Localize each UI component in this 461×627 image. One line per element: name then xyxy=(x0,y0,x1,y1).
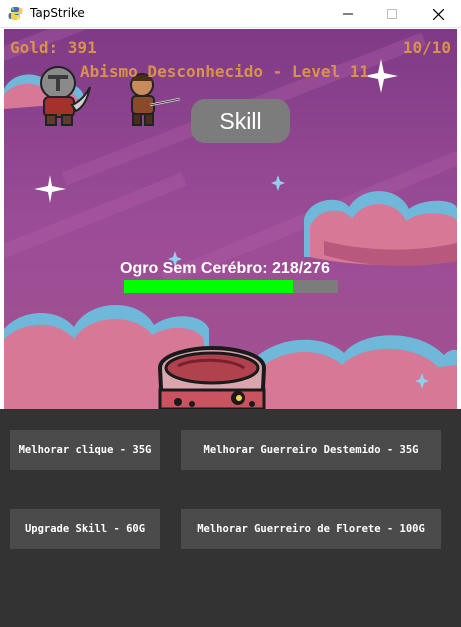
upgrade-panel: Melhorar clique - 35G Melhorar Guerreiro… xyxy=(0,409,461,627)
gold-counter: Gold: 391 xyxy=(10,38,97,57)
boss-name-hp: Ogro Sem Cerébro: 218/276 xyxy=(120,260,330,277)
upgrade-skill-button[interactable]: Upgrade Skill - 60G xyxy=(10,509,160,549)
python-icon xyxy=(8,6,23,21)
level-title: Abismo Desconhecido - Level 11 xyxy=(80,62,369,81)
upgrade-fencer-button[interactable]: Melhorar Guerreiro de Florete - 100G xyxy=(181,509,441,549)
boss-health-fill xyxy=(124,280,294,293)
minimize-button[interactable] xyxy=(325,0,371,28)
ogre-boss[interactable] xyxy=(152,346,272,409)
skill-button[interactable]: Skill xyxy=(191,99,290,143)
minimize-icon xyxy=(343,13,353,15)
game-canvas[interactable]: Gold: 391 10/10 Abismo Desconhecido - Le… xyxy=(4,29,457,409)
close-icon xyxy=(432,8,444,20)
upgrade-warrior-button[interactable]: Melhorar Guerreiro Destemido - 35G xyxy=(181,430,441,470)
maximize-icon xyxy=(387,9,397,19)
close-button[interactable] xyxy=(415,0,461,28)
maximize-button[interactable] xyxy=(369,0,415,28)
boss-health-bar xyxy=(124,280,338,293)
upgrade-click-button[interactable]: Melhorar clique - 35G xyxy=(10,430,160,470)
window-title: TapStrike xyxy=(30,6,85,20)
window-titlebar: TapStrike xyxy=(0,0,461,28)
wave-counter: 10/10 xyxy=(402,38,451,57)
